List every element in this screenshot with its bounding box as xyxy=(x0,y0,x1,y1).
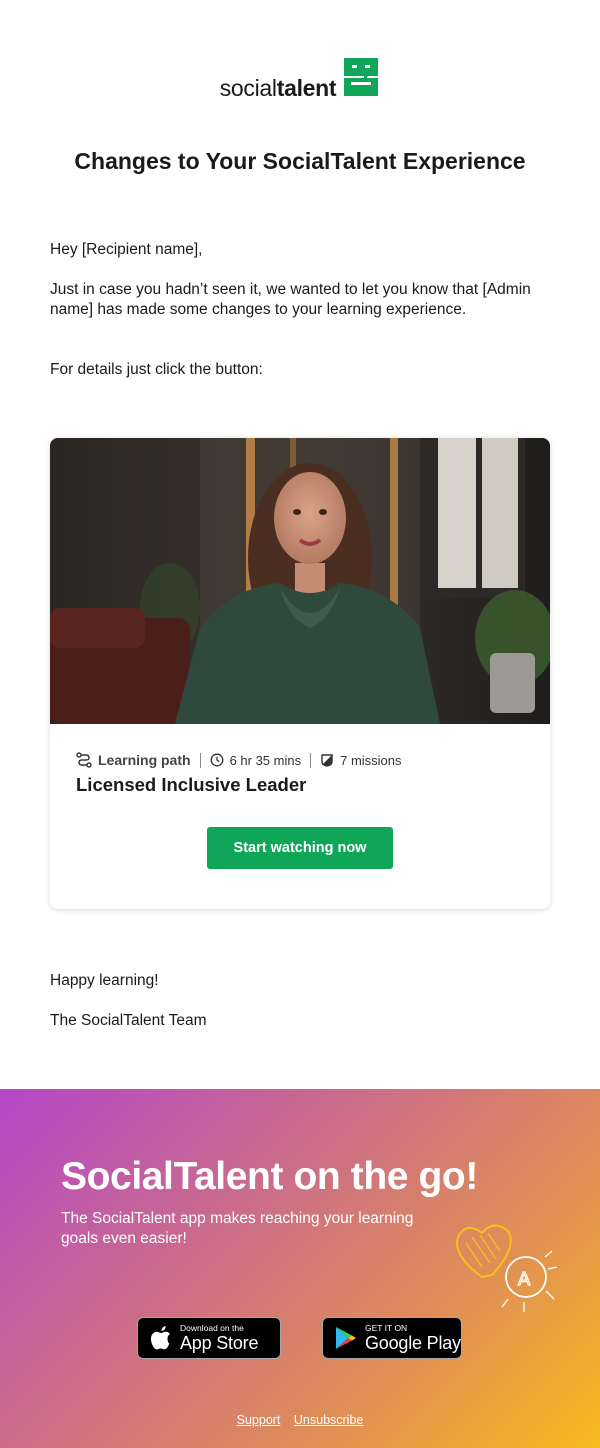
apple-icon xyxy=(150,1326,170,1350)
greeting: Hey [Recipient name], xyxy=(50,241,203,258)
clock-icon xyxy=(210,753,224,767)
course-duration: 6 hr 35 mins xyxy=(229,752,302,768)
route-icon xyxy=(76,752,92,768)
course-title[interactable]: Licensed Inclusive Leader xyxy=(76,774,306,796)
course-type-label: Learning path xyxy=(98,752,191,768)
meta-divider xyxy=(199,752,201,768)
google-play-label: Google Play xyxy=(365,1332,461,1353)
course-meta: Learning path 6 hr 35 mins 7 missions xyxy=(76,752,402,768)
google-play-small-text: GET IT ON xyxy=(365,1322,408,1333)
course-thumbnail[interactable] xyxy=(50,438,550,724)
start-watching-button[interactable]: Start watching now xyxy=(207,827,393,869)
signoff-team: The SocialTalent Team xyxy=(50,1012,207,1029)
course-missions: 7 missions xyxy=(340,752,402,768)
logo-wordmark: socialtalent xyxy=(219,75,337,101)
heart-doodle-icon: A xyxy=(456,1224,558,1312)
meta-missions: 7 missions xyxy=(320,752,402,768)
meta-type: Learning path xyxy=(76,752,191,768)
meta-duration: 6 hr 35 mins xyxy=(210,752,302,768)
google-play-icon xyxy=(336,1327,356,1349)
email-title: Changes to Your SocialTalent Experience xyxy=(74,148,526,174)
instruction-paragraph: For details just click the button: xyxy=(50,361,263,378)
brand-logo: socialtalent xyxy=(0,58,600,100)
meta-divider xyxy=(310,752,312,768)
app-store-small-text: Download on the xyxy=(180,1322,244,1333)
google-play-badge[interactable]: GET IT ON Google Play xyxy=(322,1317,462,1359)
unsubscribe-link[interactable]: Unsubscribe xyxy=(294,1413,363,1427)
app-promo-footer: SocialTalent on the go! The SocialTalent… xyxy=(0,1089,600,1448)
svg-text:A: A xyxy=(518,1269,531,1290)
support-link[interactable]: Support xyxy=(237,1413,281,1427)
footer-title: SocialTalent on the go! xyxy=(61,1155,478,1198)
app-store-badge[interactable]: Download on the App Store xyxy=(137,1317,281,1359)
footer-links: Support Unsubscribe xyxy=(0,1413,600,1427)
signoff-line: Happy learning! xyxy=(50,972,159,989)
app-store-label: App Store xyxy=(180,1332,259,1353)
mission-icon xyxy=(321,754,333,767)
course-card[interactable]: Learning path 6 hr 35 mins 7 missions Li… xyxy=(50,438,550,909)
logo-mark-icon xyxy=(344,58,379,96)
intro-paragraph: Just in case you hadn’t seen it, we want… xyxy=(50,281,531,318)
footer-subtitle: The SocialTalent app makes reaching your… xyxy=(61,1210,414,1247)
